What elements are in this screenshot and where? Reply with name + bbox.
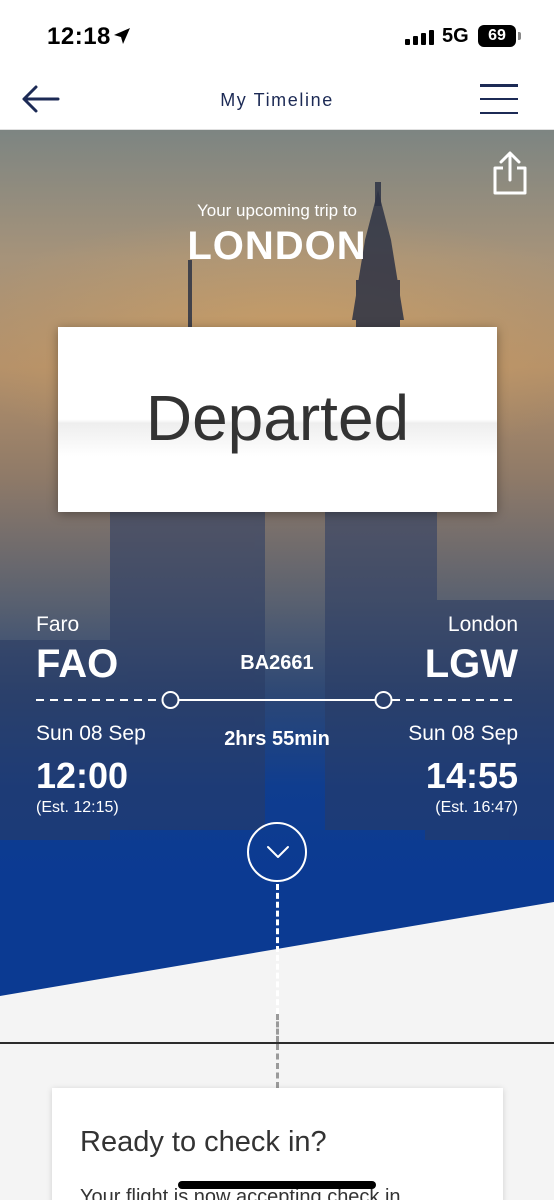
arrival-city: London (447, 613, 518, 636)
checkin-title: Ready to check in? (80, 1126, 327, 1158)
flight-status-card: Departed (58, 327, 497, 512)
departure-time: 12:00 (36, 755, 129, 796)
hamburger-menu-icon[interactable] (480, 84, 520, 114)
arrival-time: 14:55 (425, 755, 518, 796)
battery-icon: 69 (478, 25, 521, 47)
trip-label: Your upcoming trip to (196, 201, 358, 220)
flight-duration: 2hrs 55min (224, 728, 330, 750)
network-type: 5G (442, 25, 469, 47)
expand-details-button[interactable] (247, 822, 307, 882)
flight-number: BA2661 (240, 652, 314, 674)
status-time: 12:18 (47, 23, 111, 50)
location-arrow-icon (114, 28, 130, 44)
trip-hero: Your upcoming trip to LONDON Departed Fa… (0, 130, 554, 1042)
departure-city: Faro (36, 613, 80, 636)
chevron-down-icon (267, 846, 289, 858)
route-line (36, 691, 518, 709)
share-icon[interactable] (490, 150, 530, 196)
home-indicator (178, 1181, 376, 1189)
timeline-connector (276, 1014, 279, 1042)
destination-city: LONDON (187, 224, 367, 268)
arrival-estimate: (Est. 16:47) (435, 799, 518, 816)
status-bar: 12:18 5G 69 (0, 0, 554, 70)
timeline-connector (276, 884, 279, 1014)
nav-bar: My Timeline (0, 70, 554, 130)
signal-bars-icon (405, 29, 434, 45)
page-title: My Timeline (220, 90, 334, 110)
flight-status: Departed (145, 382, 410, 454)
departure-estimate: (Est. 12:15) (36, 799, 119, 816)
timeline-connector (276, 1044, 279, 1088)
